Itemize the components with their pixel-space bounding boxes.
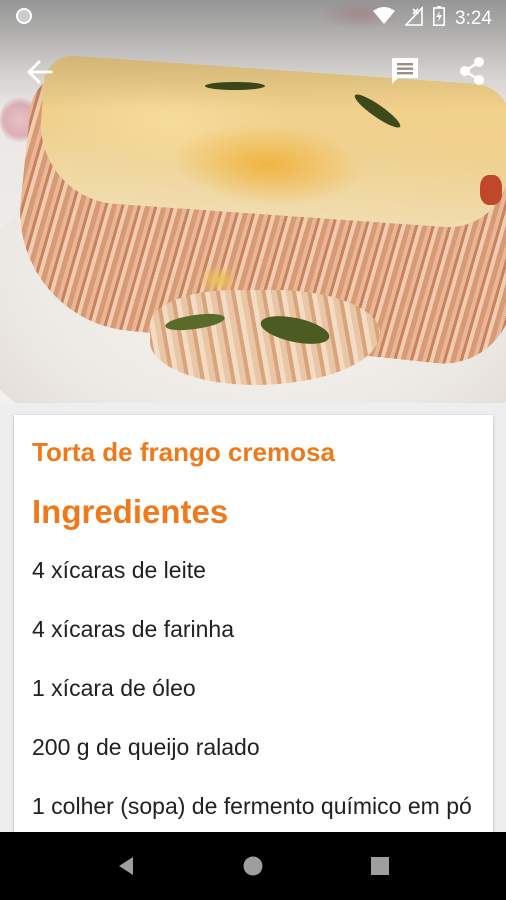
ingredient-item: 1 xícara de óleo [32,675,196,701]
wifi-icon [373,7,396,30]
ingredient-item: 4 xícaras de farinha [32,616,235,642]
status-bar: 3:24 [0,0,506,34]
share-icon [458,56,486,91]
notification-dot-icon [16,8,32,24]
tomato [480,175,502,205]
ingredients-heading: Ingredientes [32,493,229,530]
comments-button[interactable] [385,53,425,93]
battery-icon [433,6,446,31]
home-circle-icon [242,855,264,882]
ingredient-item: 1 colher (sopa) de fermento químico em p… [32,793,472,819]
recipe-card: Torta de frango cremosa Ingredientes 4 x… [14,415,493,855]
comment-icon [390,56,420,91]
back-arrow-icon [27,59,53,90]
nav-back-button[interactable] [108,850,144,886]
no-signal-icon [404,5,423,31]
recents-square-icon [370,856,390,881]
status-time: 3:24 [455,7,492,29]
ingredient-item: 4 xícaras de leite [32,557,206,583]
nav-recents-button[interactable] [362,850,398,886]
app-bar [0,48,506,100]
navigation-bar [0,832,506,900]
nav-home-button[interactable] [235,850,271,886]
share-button[interactable] [452,53,492,93]
back-button[interactable] [20,54,60,94]
back-triangle-icon [117,856,135,881]
recipe-title: Torta de frango cremosa [32,437,335,467]
status-icons: 3:24 [373,5,492,31]
ingredient-item: 200 g de queijo ralado [32,734,260,760]
